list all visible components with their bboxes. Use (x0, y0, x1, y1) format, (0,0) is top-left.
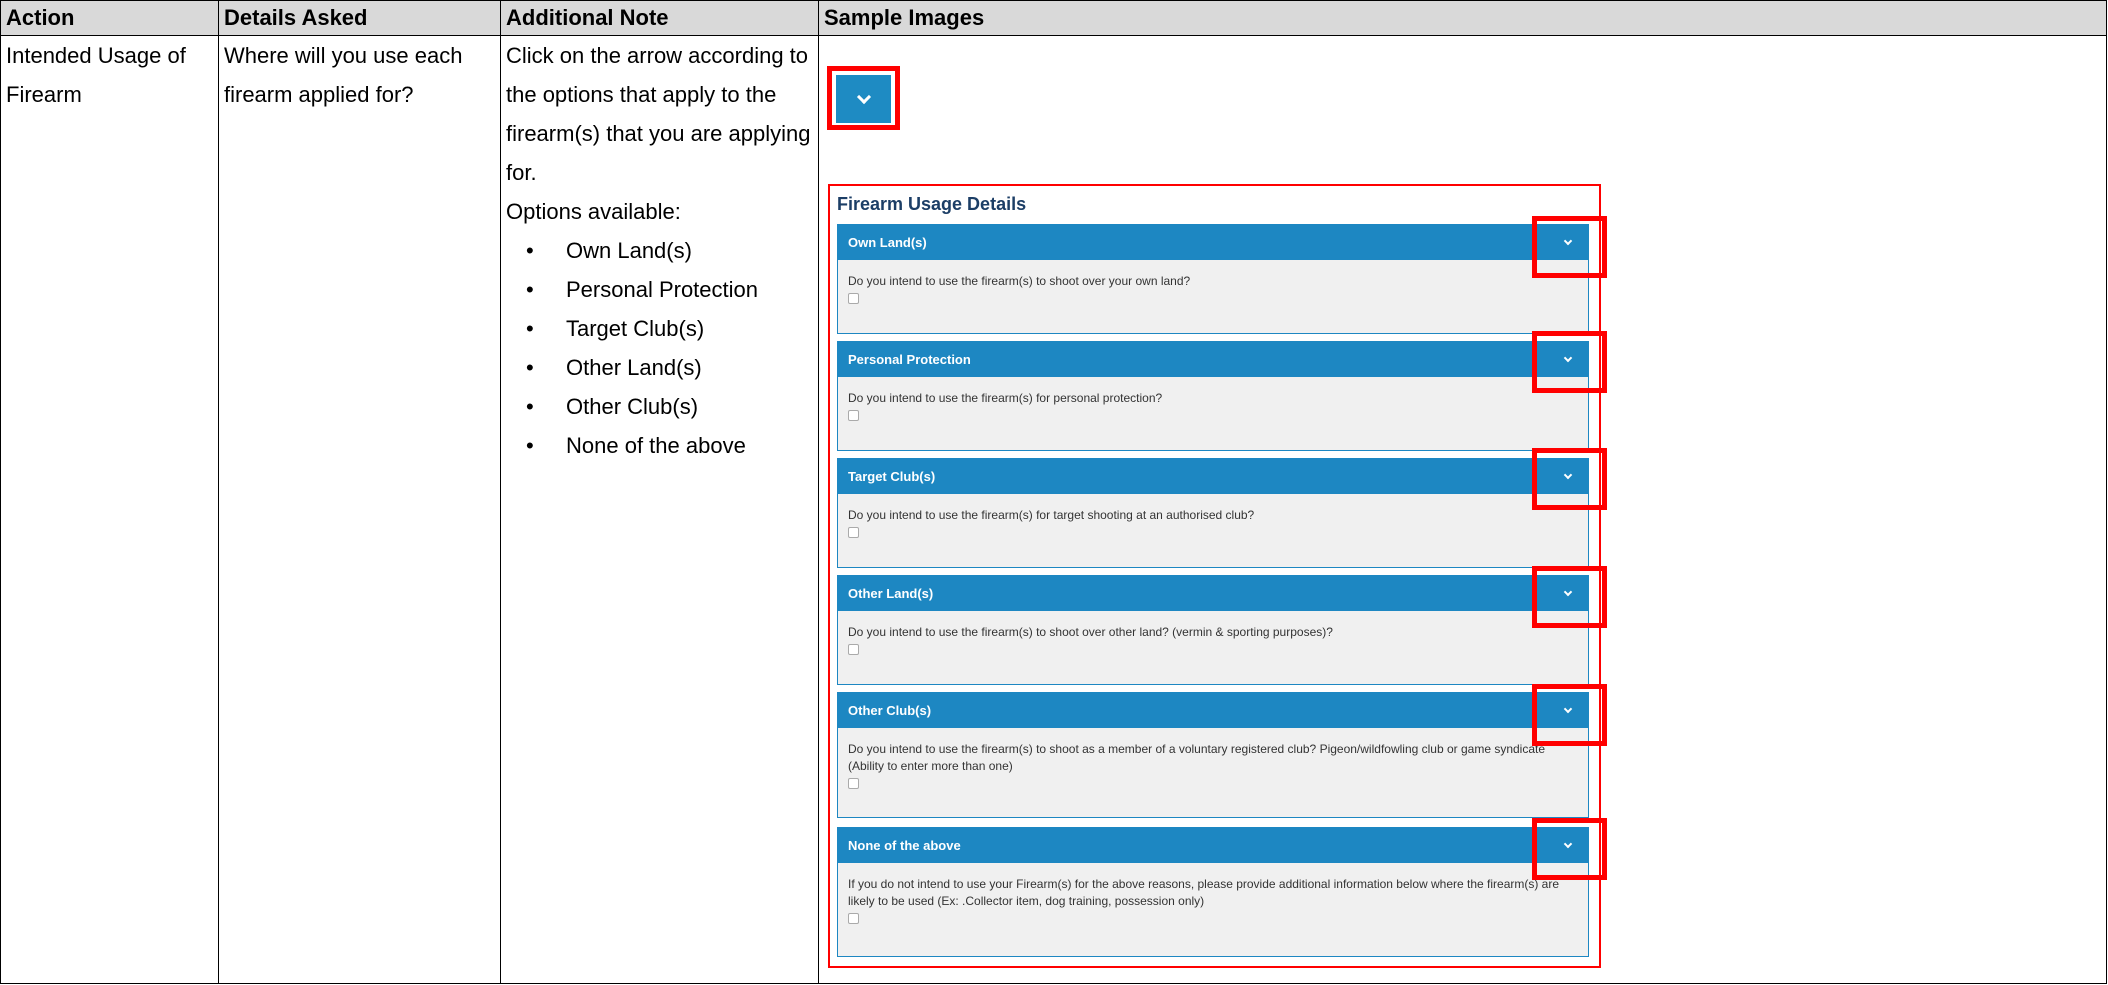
panel-personal-protection: Personal Protection Do you intend to use… (837, 341, 1589, 451)
panel-question: Do you intend to use the firearm(s) to s… (848, 274, 1191, 288)
sample-images: Firearm Usage Details Own Land(s) Do you… (819, 36, 2106, 983)
panel-checkbox[interactable] (848, 778, 859, 789)
toggle-highlight (1532, 818, 1607, 880)
header-samples: Sample Images (818, 0, 2107, 36)
panel-title: Target Club(s) (848, 469, 936, 484)
panel-none-of-the-above: None of the above If you do not intend t… (837, 827, 1589, 957)
note-intro: Click on the arrow according to the opti… (506, 43, 811, 185)
panel-header[interactable]: Own Land(s) (838, 225, 1588, 260)
panel-header[interactable]: Other Land(s) (838, 576, 1588, 611)
panel-body: Do you intend to use the firearm(s) for … (838, 494, 1588, 538)
panel-title: Other Land(s) (848, 586, 934, 601)
panel-title: None of the above (848, 838, 961, 853)
toggle-highlight (1532, 216, 1607, 278)
panel-checkbox[interactable] (848, 410, 859, 421)
panel-question: Do you intend to use the firearm(s) to s… (848, 625, 1333, 639)
panel-title: Own Land(s) (848, 235, 927, 250)
panel-body: Do you intend to use the firearm(s) to s… (838, 611, 1588, 655)
panel-own-lands: Own Land(s) Do you intend to use the fir… (837, 224, 1589, 334)
options-list: Own Land(s) Personal Protection Target C… (506, 231, 813, 465)
panel-header[interactable]: Target Club(s) (838, 459, 1588, 494)
instructions-table: Action Details Asked Additional Note Sam… (0, 0, 2107, 984)
action-text: Intended Usage of Firearm (6, 43, 186, 107)
toggle-highlight (1532, 448, 1607, 510)
panel-header[interactable]: Other Club(s) (838, 693, 1588, 728)
panel-header[interactable]: Personal Protection (838, 342, 1588, 377)
list-item: Target Club(s) (526, 309, 813, 348)
action-cell: Intended Usage of Firearm (0, 35, 219, 984)
samples-cell: Firearm Usage Details Own Land(s) Do you… (818, 35, 2107, 984)
details-text: Where will you use each firearm applied … (224, 43, 463, 107)
arrow-highlight (827, 66, 900, 130)
panel-body: Do you intend to use the firearm(s) to s… (838, 728, 1588, 789)
panel-question: Do you intend to use the firearm(s) for … (848, 508, 1255, 522)
chevron-down-icon (856, 89, 871, 105)
expand-arrow-button[interactable] (836, 75, 891, 123)
panel-other-clubs: Other Club(s) Do you intend to use the f… (837, 692, 1589, 818)
panel-question: Do you intend to use the firearm(s) to s… (848, 742, 1546, 773)
usage-section-title: Firearm Usage Details (837, 194, 1027, 214)
note-options-label: Options available: (506, 199, 681, 224)
panel-body: Do you intend to use the firearm(s) to s… (838, 260, 1588, 304)
panel-title: Personal Protection (848, 352, 971, 367)
header-details: Details Asked (218, 0, 501, 36)
panel-question: If you do not intend to use your Firearm… (848, 877, 1560, 908)
usage-details-screenshot: Firearm Usage Details Own Land(s) Do you… (828, 184, 1607, 968)
header-action: Action (0, 0, 219, 36)
panel-header[interactable]: None of the above (838, 828, 1588, 863)
panel-checkbox[interactable] (848, 527, 859, 538)
list-item: Other Club(s) (526, 387, 813, 426)
list-item: Personal Protection (526, 270, 813, 309)
panel-checkbox[interactable] (848, 644, 859, 655)
header-row: Action Details Asked Additional Note Sam… (0, 0, 2107, 36)
panel-title: Other Club(s) (848, 703, 932, 718)
table-row: Intended Usage of Firearm Where will you… (0, 35, 2107, 984)
toggle-highlight (1532, 331, 1607, 393)
panel-target-clubs: Target Club(s) Do you intend to use the … (837, 458, 1589, 568)
header-note: Additional Note (500, 0, 819, 36)
panel-body: Do you intend to use the firearm(s) for … (838, 377, 1588, 421)
list-item: Own Land(s) (526, 231, 813, 270)
note-cell: Click on the arrow according to the opti… (500, 35, 819, 984)
panel-question: Do you intend to use the firearm(s) for … (848, 391, 1163, 405)
toggle-highlight (1532, 566, 1607, 628)
list-item: None of the above (526, 426, 813, 465)
details-cell: Where will you use each firearm applied … (218, 35, 501, 984)
list-item: Other Land(s) (526, 348, 813, 387)
toggle-highlight (1532, 684, 1607, 746)
panel-checkbox[interactable] (848, 913, 859, 924)
panel-checkbox[interactable] (848, 293, 859, 304)
panel-other-lands: Other Land(s) Do you intend to use the f… (837, 575, 1589, 685)
panel-body: If you do not intend to use your Firearm… (838, 863, 1588, 924)
